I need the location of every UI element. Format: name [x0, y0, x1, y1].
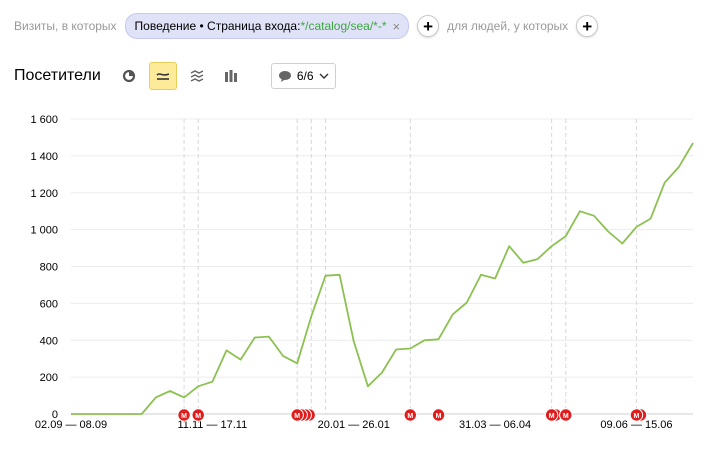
bar-view-button[interactable]: [217, 62, 245, 90]
y-tick-label: 1 600: [30, 114, 58, 126]
notes-filter-button[interactable]: 6/6: [270, 63, 336, 89]
note-marker-icon[interactable]: М: [544, 408, 559, 422]
close-icon[interactable]: ×: [393, 19, 401, 34]
speech-bubble-icon: [278, 70, 291, 82]
y-tick-label: 1 200: [30, 188, 58, 200]
y-tick-label: 200: [40, 372, 58, 384]
line-chart-icon: [156, 73, 170, 80]
y-tick-label: 1 400: [30, 151, 58, 163]
segment-prefix: Поведение • Страница входа:: [134, 19, 301, 33]
line-view-button[interactable]: [148, 62, 177, 90]
area-view-button[interactable]: [183, 62, 211, 90]
x-tick-label: 11.11 — 17.11: [178, 419, 248, 431]
note-marker-icon[interactable]: М: [629, 408, 644, 422]
pie-chart-icon: [122, 69, 135, 83]
people-label: для людей, у которых: [447, 19, 569, 33]
metric-title: Посетители: [14, 67, 101, 84]
pie-view-button[interactable]: [115, 62, 143, 90]
x-tick-label: 02.09 — 08.09: [35, 419, 107, 431]
chart-toolbar: Посетители 6/6: [14, 62, 336, 90]
y-tick-label: 600: [40, 298, 58, 310]
svg-text:М: М: [563, 413, 569, 420]
svg-text:М: М: [181, 413, 187, 420]
y-tick-label: 400: [40, 335, 58, 347]
x-axis-ticks: 02.09 — 08.09 11.11 — 17.11 20.01 — 26.01 3…: [35, 419, 673, 431]
chart-grid: [71, 118, 693, 415]
note-marker-icon[interactable]: М: [559, 408, 573, 422]
bar-chart-icon: [224, 70, 237, 82]
note-marker-icon[interactable]: М: [177, 408, 191, 422]
svg-text:М: М: [634, 413, 640, 420]
plus-icon: +: [423, 16, 434, 36]
chevron-down-icon: [319, 73, 329, 79]
x-tick-label: 31.03 — 06.04: [459, 419, 531, 431]
note-marker-icon[interactable]: М: [403, 408, 417, 422]
visitors-series-line: [71, 142, 694, 415]
plus-icon: +: [582, 16, 593, 36]
svg-text:М: М: [294, 413, 300, 420]
visitors-line-chart: 02004006008001 0001 2001 4001 600 02.09 …: [30, 114, 694, 431]
svg-text:М: М: [549, 413, 555, 420]
area-chart-icon: [190, 70, 204, 82]
y-axis-ticks: 02004006008001 0001 2001 4001 600: [30, 114, 58, 421]
svg-text:М: М: [195, 413, 201, 420]
note-markers: ММММММММ: [177, 408, 648, 422]
note-marker-icon[interactable]: М: [290, 408, 304, 422]
note-marker-icon[interactable]: М: [191, 408, 205, 422]
segment-value: */catalog/sea/*-*: [300, 19, 387, 33]
visits-label: Визиты, в которых: [14, 19, 117, 33]
y-tick-label: 800: [40, 262, 58, 274]
notes-count: 6/6: [296, 69, 314, 83]
note-marker-icon[interactable]: М: [431, 408, 446, 422]
add-visit-condition-button[interactable]: +: [417, 15, 440, 37]
x-tick-label: 20.01 — 26.01: [318, 419, 390, 431]
svg-text:М: М: [436, 413, 442, 420]
y-tick-label: 1 000: [30, 225, 58, 237]
add-people-condition-button[interactable]: +: [576, 15, 599, 37]
svg-text:М: М: [407, 413, 413, 420]
segment-filter-bar: Визиты, в которых Поведение • Страница в…: [14, 12, 599, 40]
segment-chip[interactable]: Поведение • Страница входа: */catalog/se…: [124, 13, 410, 39]
